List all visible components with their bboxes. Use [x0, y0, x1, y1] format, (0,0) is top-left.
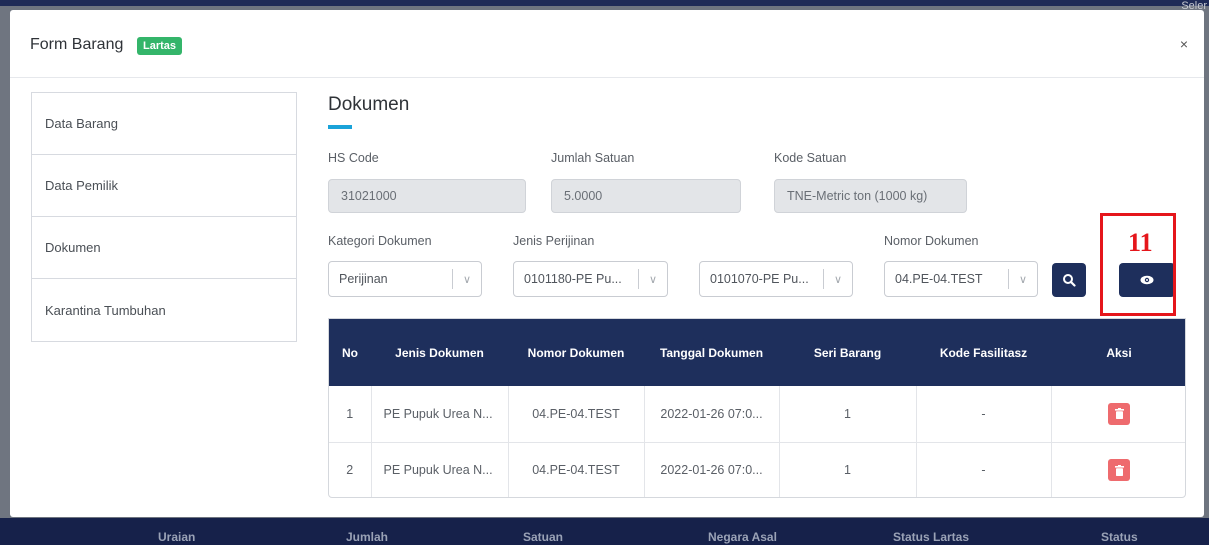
chevron-down-icon: ∨	[1018, 273, 1028, 286]
search-button[interactable]	[1052, 263, 1086, 297]
cell-jenis: PE Pupuk Urea N...	[371, 386, 509, 442]
kategori-dokumen-label: Kategori Dokumen	[328, 234, 432, 248]
trash-icon	[1114, 408, 1124, 420]
col-aksi: Aksi	[1106, 345, 1132, 360]
nomor-dokumen-value: 04.PE-04.TEST	[895, 272, 983, 286]
cell-seri: 1	[779, 442, 917, 497]
col-tanggal-dokumen: Tanggal Dokumen	[659, 345, 764, 360]
side-menu: Data Barang Data Pemilik Dokumen Karanti…	[31, 92, 297, 342]
cell-jenis: PE Pupuk Urea N...	[371, 442, 509, 497]
cell-tanggal: 2022-01-26 07:0...	[644, 386, 780, 442]
cell-no: 2	[329, 442, 372, 497]
cell-no: 1	[329, 386, 372, 442]
hs-code-field[interactable]: 31021000	[328, 179, 526, 213]
col-nomor-dokumen: Nomor Dokumen	[527, 345, 625, 360]
section-underline	[328, 125, 352, 129]
cell-nomor: 04.PE-04.TEST	[508, 386, 645, 442]
close-button[interactable]: ×	[1180, 36, 1188, 52]
kode-satuan-label: Kode Satuan	[774, 151, 847, 165]
chevron-down-icon: ∨	[833, 273, 843, 286]
side-item-data-barang[interactable]: Data Barang	[32, 93, 296, 155]
background-table-header: Uraian Jumlah Satuan Negara Asal Status …	[0, 518, 1209, 545]
trash-icon	[1114, 464, 1124, 476]
col-jenis-dokumen: Jenis Dokumen	[395, 345, 484, 360]
jenis-perijinan-select[interactable]: 0101180-PE Pu... ∨	[513, 261, 668, 297]
cell-aksi	[1051, 386, 1185, 442]
delete-button[interactable]	[1108, 459, 1131, 481]
side-item-dokumen[interactable]: Dokumen	[32, 217, 296, 279]
modal-title: Form Barang	[30, 36, 124, 53]
chevron-down-icon: ∨	[462, 273, 472, 286]
col-no: No	[342, 345, 358, 360]
cell-seri: 1	[779, 386, 917, 442]
cell-aksi	[1051, 442, 1185, 497]
table-row: 2 PE Pupuk Urea N... 04.PE-04.TEST 2022-…	[329, 442, 1185, 497]
jumlah-satuan-field[interactable]: 5.0000	[551, 179, 741, 213]
kode-satuan-field[interactable]: TNE-Metric ton (1000 kg)	[774, 179, 967, 213]
bg-col-status-lartas: Status Lartas	[893, 530, 970, 544]
jumlah-satuan-label: Jumlah Satuan	[551, 151, 635, 165]
lartas-badge: Lartas	[137, 37, 183, 55]
kategori-dokumen-value: Perijinan	[339, 272, 388, 286]
bg-col-status: Status	[1101, 530, 1138, 544]
nomor-dokumen-select[interactable]: 04.PE-04.TEST ∨	[884, 261, 1038, 297]
cell-kode: -	[916, 386, 1052, 442]
col-kode-fasilitas: Kode Fasilitasz	[939, 345, 1028, 360]
jenis-perijinan-value: 0101180-PE Pu...	[524, 272, 622, 286]
side-item-karantina-tumbuhan[interactable]: Karantina Tumbuhan	[32, 279, 296, 341]
jenis-perijinan-sub-select[interactable]: 0101070-PE Pu... ∨	[699, 261, 853, 297]
bg-col-satuan: Satuan	[523, 530, 564, 544]
section-title: Dokumen	[328, 94, 410, 115]
nomor-dokumen-label: Nomor Dokumen	[884, 234, 979, 248]
cell-nomor: 04.PE-04.TEST	[508, 442, 645, 497]
form-barang-modal: Form Barang Lartas × Data Barang Data Pe…	[10, 10, 1204, 517]
table-row: 1 PE Pupuk Urea N... 04.PE-04.TEST 2022-…	[329, 386, 1185, 442]
side-item-data-pemilik[interactable]: Data Pemilik	[32, 155, 296, 217]
bg-col-negara: Negara Asal	[708, 530, 777, 544]
bg-col-uraian: Uraian	[158, 530, 196, 544]
background-topbar	[0, 0, 1209, 6]
dokumen-table: No Jenis Dokumen Nomor Dokumen Tanggal D…	[328, 318, 1186, 498]
modal-header: Form Barang Lartas ×	[10, 10, 1204, 78]
hs-code-label: HS Code	[328, 151, 379, 165]
delete-button[interactable]	[1108, 402, 1131, 425]
annotation-number: 11	[1128, 228, 1153, 257]
cell-tanggal: 2022-01-26 07:0...	[644, 442, 780, 497]
col-seri-barang: Seri Barang	[813, 345, 882, 360]
kategori-dokumen-select[interactable]: Perijinan ∨	[328, 261, 482, 297]
jenis-perijinan-sub-value: 0101070-PE Pu...	[710, 272, 809, 286]
jenis-perijinan-label: Jenis Perijinan	[513, 234, 595, 248]
search-icon	[1063, 274, 1076, 287]
cell-kode: -	[916, 442, 1052, 497]
table-header-row: No Jenis Dokumen Nomor Dokumen Tanggal D…	[329, 319, 1185, 386]
chevron-down-icon: ∨	[648, 273, 658, 286]
bg-col-jumlah: Jumlah	[346, 530, 389, 544]
